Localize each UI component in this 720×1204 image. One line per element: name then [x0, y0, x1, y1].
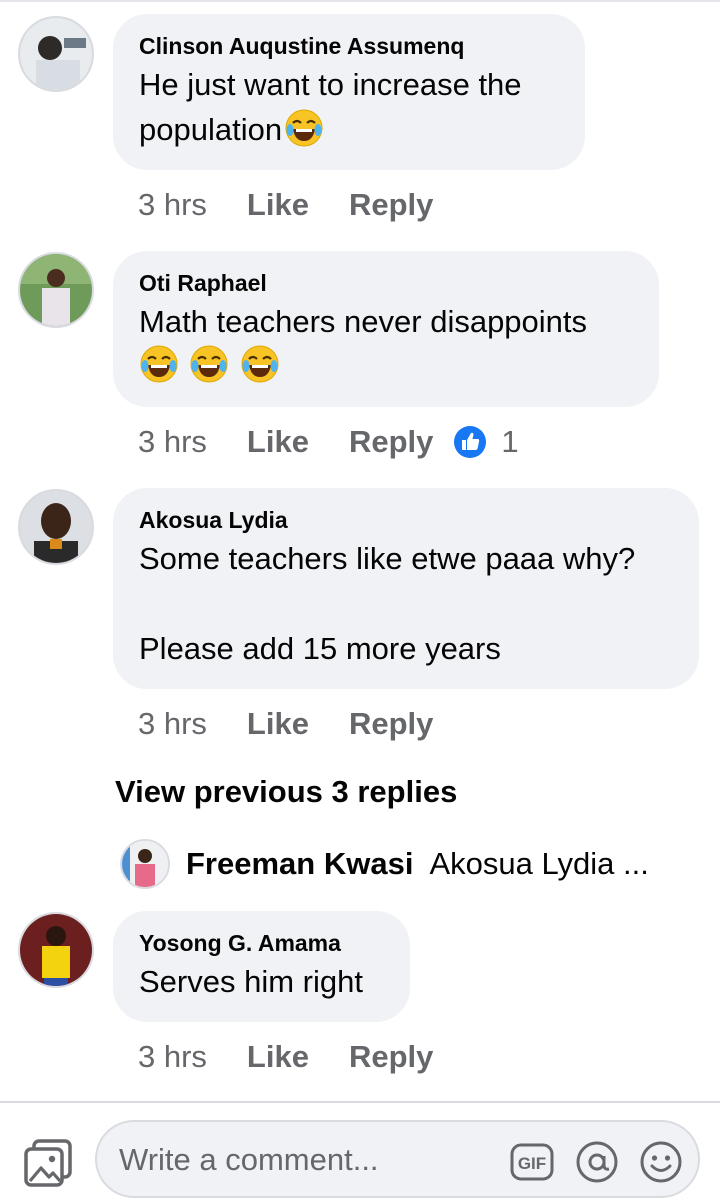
like-button[interactable]: Like: [247, 187, 309, 223]
laughing-tears-emoji-icon: [140, 345, 178, 383]
comment-actions: 3 hrs Like Reply: [138, 1037, 473, 1077]
comment-author[interactable]: Yosong G. Amama: [139, 929, 384, 957]
reply-author: Freeman Kwasi: [186, 846, 414, 881]
comment-composer: GIF: [0, 1101, 720, 1204]
comment-time[interactable]: 3 hrs: [138, 706, 207, 742]
comment-time[interactable]: 3 hrs: [138, 187, 207, 223]
like-reaction-icon: [454, 426, 487, 458]
comment-bubble: Clinson Auqustine Assumenq He just want …: [113, 14, 585, 170]
reply-button[interactable]: Reply: [349, 424, 433, 460]
comment-bubble: Yosong G. Amama Serves him right: [113, 911, 410, 1022]
view-previous-replies-link[interactable]: View previous 3 replies: [115, 774, 457, 810]
like-button[interactable]: Like: [247, 706, 309, 742]
comment-input[interactable]: [117, 1132, 491, 1188]
like-button[interactable]: Like: [247, 1039, 309, 1075]
reply-preview[interactable]: Freeman Kwasi Akosua Lydia ...: [120, 838, 649, 890]
gif-icon[interactable]: GIF: [510, 1140, 554, 1184]
avatar: [120, 839, 170, 889]
comment-time[interactable]: 3 hrs: [138, 1039, 207, 1075]
comment-bubble: Oti Raphael Math teachers never disappoi…: [113, 251, 659, 407]
emoji-row: [139, 344, 633, 388]
comment-actions: 3 hrs Like Reply: [138, 185, 473, 225]
avatar[interactable]: [18, 489, 94, 565]
comment-author[interactable]: Akosua Lydia: [139, 506, 673, 534]
comment-input-box[interactable]: GIF: [95, 1120, 700, 1198]
mention-icon[interactable]: [575, 1140, 619, 1184]
laughing-tears-emoji-icon: [285, 109, 323, 147]
comment-actions: 3 hrs Like Reply: [138, 704, 473, 744]
reaction-count: 1: [501, 424, 519, 459]
comment-text: He just want to increase the population: [139, 67, 522, 147]
top-divider: [0, 0, 720, 2]
avatar[interactable]: [18, 16, 94, 92]
like-button[interactable]: Like: [247, 424, 309, 460]
photo-icon[interactable]: [22, 1137, 74, 1189]
comment-text: Math teachers never disappoints: [139, 304, 588, 339]
avatar[interactable]: [18, 252, 94, 328]
reply-button[interactable]: Reply: [349, 706, 433, 742]
comment-author[interactable]: Oti Raphael: [139, 269, 633, 297]
comment-text: Serves him right: [139, 964, 363, 999]
reply-button[interactable]: Reply: [349, 1039, 433, 1075]
gif-label: GIF: [518, 1154, 546, 1173]
comment-time[interactable]: 3 hrs: [138, 424, 207, 460]
comment-bubble: Akosua Lydia Some teachers like etwe paa…: [113, 488, 699, 689]
laughing-tears-emoji-icon: [190, 345, 228, 383]
comment-actions: 3 hrs Like Reply 1: [138, 422, 519, 462]
avatar[interactable]: [18, 912, 94, 988]
comment-author[interactable]: Clinson Auqustine Assumenq: [139, 32, 559, 60]
emoji-smile-icon[interactable]: [639, 1140, 683, 1184]
reply-button[interactable]: Reply: [349, 187, 433, 223]
reaction-summary[interactable]: 1: [453, 424, 519, 460]
comment-text: Some teachers like etwe paaa why? Please…: [139, 541, 636, 666]
laughing-tears-emoji-icon: [241, 345, 279, 383]
reply-snippet: Akosua Lydia ...: [429, 846, 649, 881]
